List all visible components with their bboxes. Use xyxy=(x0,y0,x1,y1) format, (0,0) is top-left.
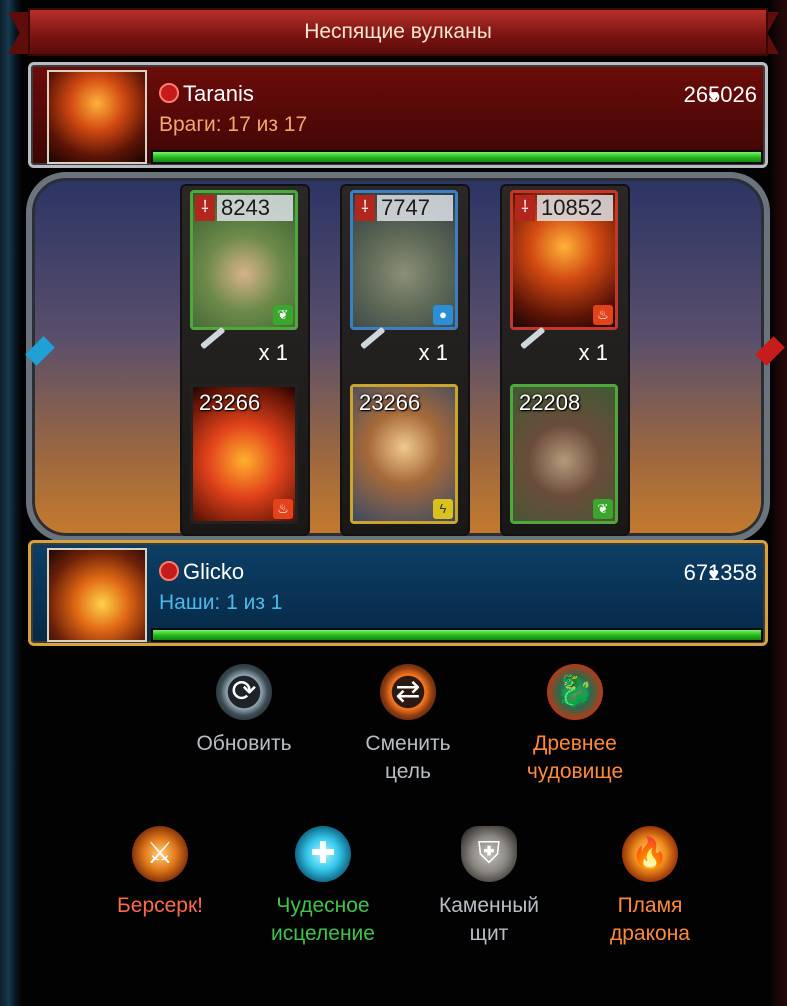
lightning-icon: ϟ xyxy=(433,499,453,519)
ally-card-2[interactable]: 23266 ϟ xyxy=(350,384,458,524)
dragon-flame-icon: 🔥 xyxy=(622,826,678,882)
stone-shield-label-line1: Каменный xyxy=(438,894,540,917)
ally-player-name[interactable]: Glicko xyxy=(183,559,244,585)
leaf-icon: ❦ xyxy=(273,305,293,325)
right-frame-edge xyxy=(769,0,787,1006)
ally-card-1[interactable]: 23266 ♨ xyxy=(190,384,298,524)
healing-cross-icon: ✚ xyxy=(295,826,351,882)
ally-card-3[interactable]: 22208 ❦ xyxy=(510,384,618,524)
ally-hp-bar xyxy=(151,628,763,642)
enemy-card-3-power: 10852 xyxy=(537,195,613,221)
water-drop-icon: ● xyxy=(433,305,453,325)
change-target-label-line2: цель xyxy=(385,760,431,783)
attack-multiplier-3: x 1 xyxy=(520,326,612,370)
sword-icon xyxy=(520,326,546,350)
enemy-card-2-power: 7747 xyxy=(377,195,453,221)
enemy-player-name[interactable]: Taranis xyxy=(183,81,254,107)
left-frame-edge xyxy=(0,0,22,1006)
ally-card-2-power: 23266 xyxy=(359,390,421,415)
dragon-head-icon: 🐉 xyxy=(547,664,603,720)
enemy-hp-value: 265026 xyxy=(683,82,757,107)
ally-guild-shield-icon xyxy=(159,561,179,581)
attack-multiplier-2: x 1 xyxy=(360,326,452,370)
sword-icon: ⸸ xyxy=(515,195,535,221)
ally-player-bar[interactable]: Glicko Наши: 1 из 1 ♥ 671358 xyxy=(28,540,768,646)
attack-multiplier-1: x 1 xyxy=(200,326,292,370)
enemy-card-1[interactable]: ⸸ 8243 ❦ xyxy=(190,190,298,330)
fire-icon: ♨ xyxy=(273,499,293,519)
enemy-hp-bar xyxy=(151,150,763,164)
fire-icon: ♨ xyxy=(593,305,613,325)
ally-card-1-power: 23266 xyxy=(199,390,261,415)
berserk-button[interactable]: ⚔ Берсерк! xyxy=(96,826,224,920)
berserk-label: Берсерк! xyxy=(116,894,204,917)
refresh-label: Обновить xyxy=(196,732,292,755)
sword-icon xyxy=(200,326,226,350)
sword-icon: ⸸ xyxy=(195,195,215,221)
enemy-hp-fill xyxy=(153,152,761,162)
battle-column-1: ⸸ 8243 ❦ x 1 23266 ♨ xyxy=(180,184,310,536)
multiplier-1-text: x 1 xyxy=(258,340,288,365)
stone-shield-label-line2: щит xyxy=(469,922,509,945)
enemy-card-2[interactable]: ⸸ 7747 ● xyxy=(350,190,458,330)
ally-card-3-power: 22208 xyxy=(519,390,581,415)
enemy-card-1-power: 8243 xyxy=(217,195,293,221)
ally-hp-value: 671358 xyxy=(683,560,757,585)
ancient-monster-label-line2: чудовище xyxy=(526,760,624,783)
enemy-card-3[interactable]: ⸸ 10852 ♨ xyxy=(510,190,618,330)
enemy-avatar[interactable] xyxy=(47,70,147,164)
miraculous-healing-button[interactable]: ✚ Чудесное исцеление xyxy=(252,826,394,948)
refresh-button[interactable]: ⟳ Обновить xyxy=(176,664,312,758)
dragon-flame-label-line2: дракона xyxy=(610,922,690,945)
ancient-monster-button[interactable]: 🐉 Древнее чудовище xyxy=(500,664,650,786)
change-target-button[interactable]: ⇄ Сменить цель xyxy=(340,664,476,786)
multiplier-2-text: x 1 xyxy=(418,340,448,365)
healing-label-line2: исцеление xyxy=(271,922,375,945)
swap-arrows-icon: ⇄ xyxy=(380,664,436,720)
battle-column-2: ⸸ 7747 ● x 1 23266 ϟ xyxy=(340,184,470,536)
enemy-count-label: Враги: 17 из 17 xyxy=(159,113,308,136)
healing-label-line1: Чудесное xyxy=(276,894,370,917)
enemy-guild-shield-icon xyxy=(159,83,179,103)
battle-column-3: ⸸ 10852 ♨ x 1 22208 ❦ xyxy=(500,184,630,536)
ally-count-label: Наши: 1 из 1 xyxy=(159,591,283,614)
ally-hp-fill xyxy=(153,630,761,640)
ancient-monster-label-line1: Древнее xyxy=(533,732,617,755)
leaf-icon: ❦ xyxy=(593,499,613,519)
change-target-label-line1: Сменить xyxy=(365,732,451,755)
dragon-flame-button[interactable]: 🔥 Пламя дракона xyxy=(586,826,714,948)
multiplier-3-text: x 1 xyxy=(578,340,608,365)
location-title-banner: Неспящие вулканы xyxy=(28,8,768,56)
ally-avatar[interactable] xyxy=(47,548,147,642)
sword-icon: ⸸ xyxy=(355,195,375,221)
stone-shield-icon: ⛨ xyxy=(461,826,517,882)
axe-icon: ⚔ xyxy=(132,826,188,882)
refresh-icon: ⟳ xyxy=(216,664,272,720)
enemy-player-bar[interactable]: Taranis Враги: 17 из 17 ♥ 265026 xyxy=(28,62,768,168)
sword-icon xyxy=(360,326,386,350)
stone-shield-button[interactable]: ⛨ Каменный щит xyxy=(418,826,560,948)
dragon-flame-label-line1: Пламя xyxy=(617,894,683,917)
